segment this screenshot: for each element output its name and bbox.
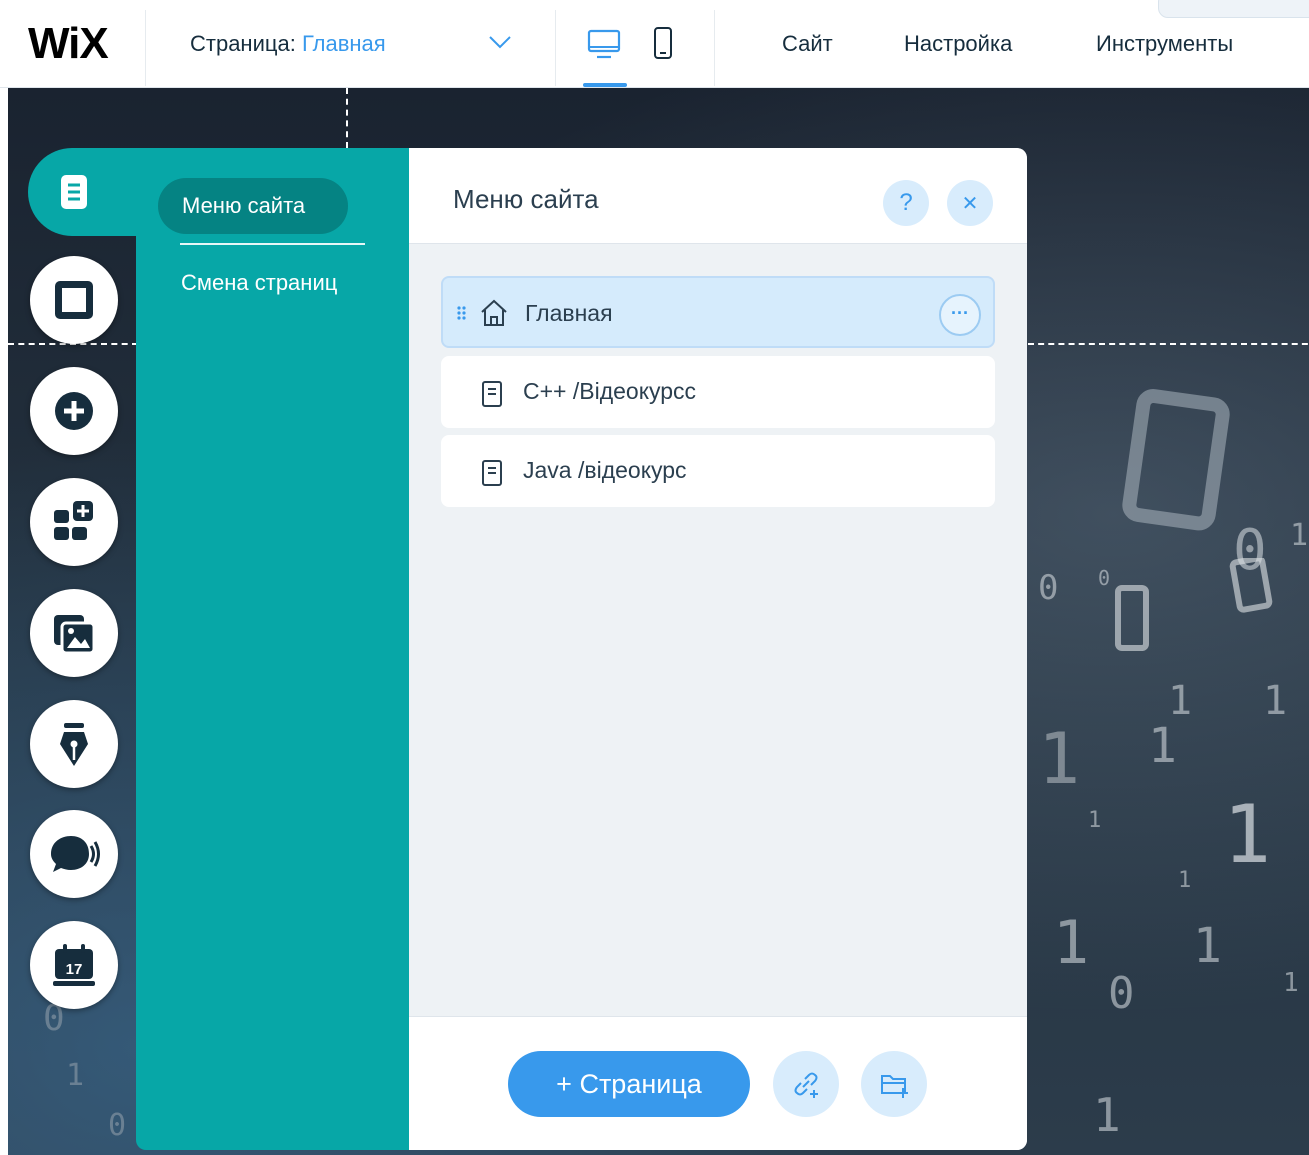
background-glyph: 1 — [1283, 968, 1299, 998]
page-icon — [482, 381, 502, 407]
menu-settings[interactable]: Настройка — [904, 30, 1012, 58]
nav-site-menu[interactable]: Меню сайта — [158, 178, 348, 234]
more-icon: ··· — [951, 303, 969, 323]
add-link-button[interactable] — [773, 1051, 839, 1117]
background-glyphs — [1115, 558, 1273, 651]
page-icon — [482, 460, 502, 486]
rail-add-button[interactable] — [30, 367, 118, 455]
chevron-down-icon[interactable] — [488, 34, 512, 50]
site-menu-panel: Меню сайта ? ✕ Главная ··· C++ /Відеокур… — [409, 148, 1027, 1150]
background-glyph: 1 — [1088, 808, 1102, 833]
background-glyph: 1 — [1263, 678, 1288, 724]
background-glyph: 0 — [1098, 566, 1111, 590]
background-glyph: 1 — [1223, 788, 1272, 881]
rail-background-button[interactable] — [30, 256, 118, 344]
rail-blog-button[interactable] — [30, 700, 118, 788]
divider — [714, 10, 715, 86]
background-glyph: 1 — [1038, 718, 1081, 800]
calendar-day: 17 — [66, 961, 83, 978]
add-folder-icon — [881, 1075, 908, 1098]
page-row-cpp[interactable]: C++ /Відеокурсс — [441, 356, 995, 428]
page-row-label: Java /відеокурс — [523, 457, 687, 483]
background-glyph: 0 — [108, 1108, 127, 1143]
site-menu-panel-nav — [136, 148, 410, 1150]
rail-apps-button[interactable] — [30, 478, 118, 566]
rail-chat-button[interactable] — [30, 810, 118, 898]
panel-footer: + Страница — [409, 1016, 1027, 1150]
apps-icon — [54, 501, 93, 540]
panel-title: Меню сайта — [453, 184, 599, 214]
bookings-calendar-icon: 17 — [53, 944, 95, 986]
mobile-icon[interactable] — [652, 26, 674, 62]
page-row-label: Главная — [525, 300, 613, 326]
media-icon — [54, 615, 96, 655]
nav-page-transitions[interactable]: Смена страниц — [181, 268, 337, 298]
background-glyph: 1 — [1148, 718, 1177, 774]
background-glyph: 1 — [66, 1058, 85, 1093]
guide-line — [1028, 343, 1309, 345]
chat-icon — [51, 836, 100, 872]
background-glyph: 1 — [1290, 518, 1309, 553]
background-icon — [55, 281, 93, 319]
add-link-icon — [794, 1072, 818, 1098]
desktop-icon[interactable] — [586, 26, 622, 62]
background-glyph: 0 — [1233, 518, 1267, 583]
desktop-active-indicator — [583, 83, 627, 87]
nav-divider — [180, 243, 365, 245]
hidden-toolbar-tab[interactable] — [1158, 0, 1309, 18]
background-glyph: 1 — [1193, 918, 1222, 974]
add-icon — [55, 392, 93, 430]
top-bar: WiX Страница: Главная Сайт Настройка Инс… — [0, 0, 1309, 88]
add-folder-button[interactable] — [861, 1051, 927, 1117]
rail-bookings-button[interactable]: 17 — [30, 921, 118, 1009]
blog-pen-icon — [60, 723, 88, 766]
close-icon: ✕ — [961, 192, 979, 215]
divider — [145, 10, 146, 86]
page-row-java[interactable]: Java /відеокурс — [441, 435, 995, 507]
home-icon — [481, 299, 507, 326]
rail-media-button[interactable] — [30, 589, 118, 677]
page-selector[interactable]: Страница: Главная — [190, 30, 386, 58]
drag-handle-icon[interactable] — [457, 306, 467, 322]
help-icon: ? — [899, 189, 913, 216]
page-row-label: C++ /Відеокурсс — [523, 378, 697, 404]
background-glyph: 1 — [1093, 1088, 1121, 1142]
background-glyph: 0 — [1038, 568, 1059, 608]
menu-icon — [61, 175, 87, 209]
help-button[interactable]: ? — [883, 180, 929, 226]
page-selector-label: Страница: — [190, 31, 296, 56]
guide-line — [346, 88, 348, 148]
background-zero-glyph — [1122, 389, 1230, 531]
page-row-home[interactable]: Главная ··· — [441, 276, 995, 348]
background-glyph: 0 — [1108, 968, 1135, 1019]
divider — [555, 10, 556, 86]
add-page-button[interactable]: + Страница — [508, 1051, 750, 1117]
rail-menu-button[interactable] — [30, 148, 118, 236]
menu-tools[interactable]: Инструменты — [1096, 30, 1233, 58]
menu-site[interactable]: Сайт — [782, 30, 833, 58]
background-glyph: 1 — [1178, 868, 1192, 893]
more-actions-button[interactable]: ··· — [939, 294, 981, 336]
page-selector-value: Главная — [301, 31, 386, 56]
background-glyph: 1 — [1053, 908, 1090, 978]
close-button[interactable]: ✕ — [947, 180, 993, 226]
wix-logo[interactable]: WiX — [28, 20, 109, 68]
panel-header: Меню сайта ? ✕ — [409, 148, 1027, 244]
